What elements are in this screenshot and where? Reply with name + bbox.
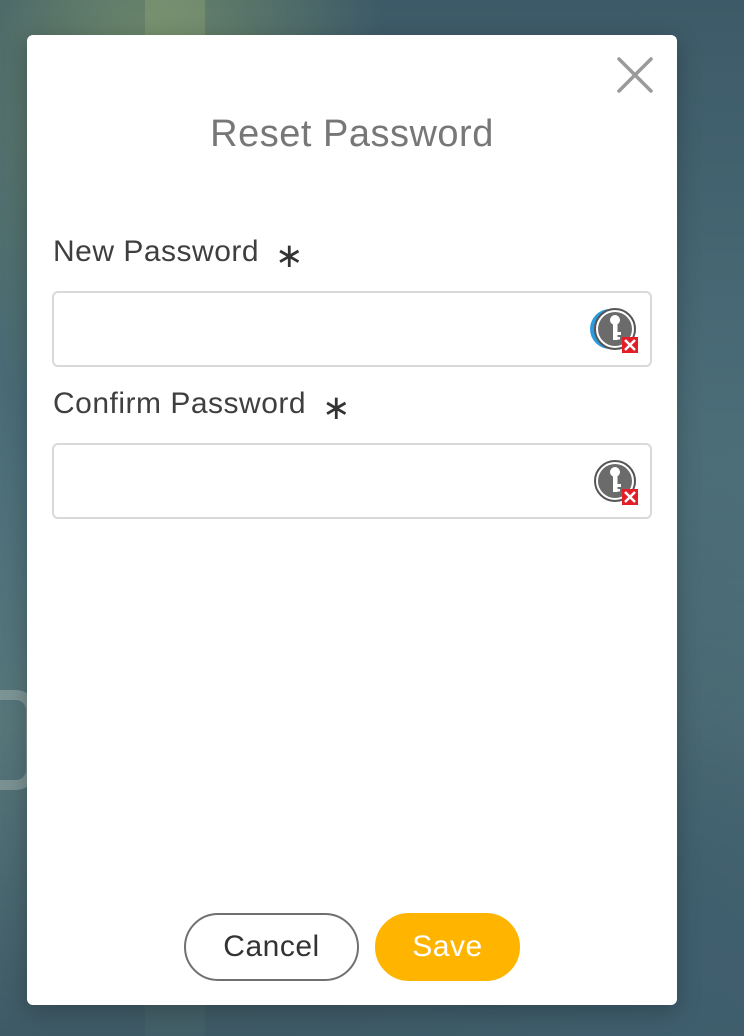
new-password-field-container [52, 291, 652, 367]
new-password-input[interactable] [54, 293, 574, 365]
confirm-password-field-container [52, 443, 652, 519]
cancel-button[interactable]: Cancel [184, 913, 359, 981]
dialog-title: Reset Password [210, 113, 494, 155]
confirm-password-input[interactable] [54, 445, 574, 517]
save-button[interactable]: Save [375, 913, 520, 981]
new-password-label: New Password ∗ [53, 235, 304, 276]
required-marker: ∗ [322, 388, 352, 428]
new-password-label-text: New Password [53, 235, 260, 268]
close-button[interactable] [615, 55, 655, 95]
required-marker: ∗ [275, 236, 305, 276]
password-manager-key-icon [590, 308, 638, 353]
reset-password-dialog: Reset Password New Password ∗ Confirm Pas… [27, 35, 677, 1005]
password-manager-key-icon [594, 460, 638, 505]
confirm-password-label-text: Confirm Password [53, 387, 307, 420]
close-icon [617, 57, 653, 93]
confirm-password-label: Confirm Password ∗ [53, 387, 351, 428]
password-manager-button[interactable] [590, 305, 640, 355]
password-manager-button[interactable] [590, 457, 640, 507]
